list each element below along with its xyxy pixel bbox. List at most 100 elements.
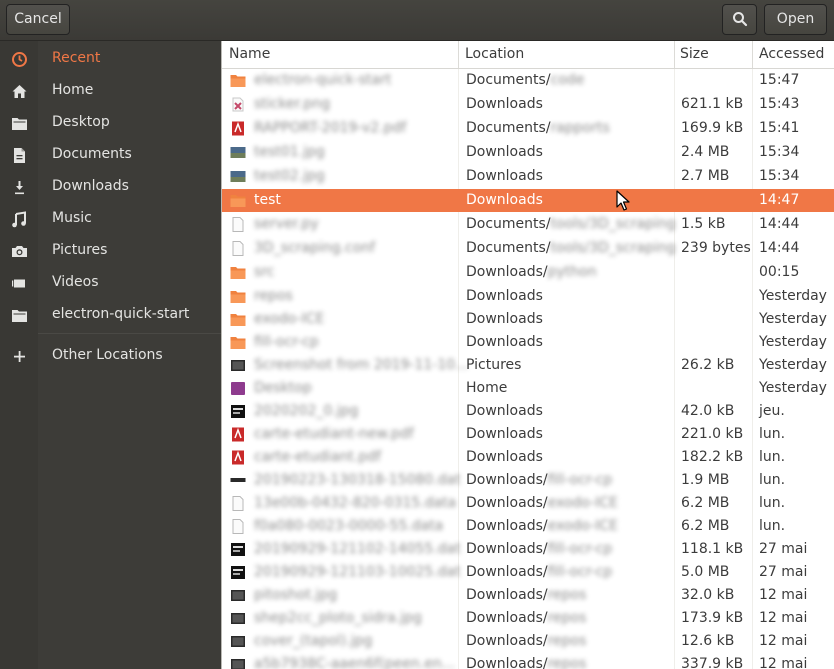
file-name: a5b7938C-aaen6f(peen.en... xyxy=(254,656,456,669)
file-location-base: Downloads/ xyxy=(466,472,548,488)
folder-icon xyxy=(230,265,246,280)
table-row[interactable]: electron-quick-start Documents/code 15:47 xyxy=(222,69,834,92)
pdf-file-icon xyxy=(230,427,246,442)
file-name: sticker.png xyxy=(254,96,331,112)
sidebar-item-label: Documents xyxy=(52,146,132,162)
file-accessed: 00:15 xyxy=(759,264,800,280)
sidebar-item-recent[interactable]: Recent xyxy=(0,43,221,75)
table-row[interactable]: src Downloads/python 00:15 xyxy=(222,261,834,284)
file-location-subfolder: repos xyxy=(547,656,587,669)
column-header-accessed[interactable]: Accessed xyxy=(759,46,824,62)
image-file-icon xyxy=(230,358,246,373)
file-size: 6.2 MB xyxy=(681,495,730,511)
sidebar-item-downloads[interactable]: Downloads xyxy=(0,171,221,203)
table-row[interactable]: fill-ocr-cp Downloads Yesterday xyxy=(222,331,834,354)
folder-icon xyxy=(12,310,27,322)
file-location-base: Downloads/ xyxy=(466,564,548,580)
image-file-icon xyxy=(230,145,246,160)
table-row[interactable]: a5b7938C-aaen6f(peen.en... Downloads/repo… xyxy=(222,653,834,669)
sidebar-item-videos[interactable]: Videos xyxy=(0,267,221,299)
table-row[interactable]: exodo-ICE Downloads Yesterday xyxy=(222,308,834,331)
file-location-base: Documents/ xyxy=(466,72,551,88)
file-size: 1.9 MB xyxy=(681,472,730,488)
search-icon xyxy=(732,12,747,27)
table-row[interactable]: shep2cc_ploto_sidra.jpg Downloads/repos 17… xyxy=(222,607,834,630)
file-location: Pictures xyxy=(466,357,521,373)
table-row[interactable]: carte-etudiant-new.pdf Downloads 221.0 kB l… xyxy=(222,423,834,446)
file-location: Documents/rapports xyxy=(466,120,610,136)
file-location-base: Documents/ xyxy=(466,240,551,256)
table-row[interactable]: Screenshot from 2019-11-10... Pictures 26.… xyxy=(222,354,834,377)
search-button[interactable] xyxy=(722,4,757,35)
sidebar-item-pictures[interactable]: Pictures xyxy=(0,235,221,267)
table-row[interactable]: 3D_scraping.conf Documents/tools/3D_scrap… xyxy=(222,237,834,260)
places-sidebar: Recent Home Desktop Documents Downloads xyxy=(0,41,221,669)
pdf-file-icon xyxy=(230,450,246,465)
file-list[interactable]: Name Location Size Accessed electron-qui… xyxy=(222,41,834,669)
table-row[interactable]: Desktop Home Yesterday xyxy=(222,377,834,400)
file-name: server.py xyxy=(254,216,319,232)
cancel-button[interactable]: Cancel xyxy=(6,4,70,35)
file-location: Downloads/exodo-ICE xyxy=(466,518,618,534)
file-name: 13e00b-0432-820-0315.data xyxy=(254,495,457,511)
table-row[interactable]: server.py Documents/tools/3D_scraping 1.5 … xyxy=(222,213,834,236)
sidebar-item-music[interactable]: Music xyxy=(0,203,221,235)
table-row[interactable]: 20190929-121102-14055.dat Downloads/fill-… xyxy=(222,538,834,561)
table-row[interactable]: cover_(tapol).jpg Downloads/repos 12.6 kB 1… xyxy=(222,630,834,653)
table-row[interactable]: test02.jpg Downloads 2.7 MB 15:34 xyxy=(222,165,834,188)
file-location-subfolder: exodo-ICE xyxy=(547,518,618,534)
pdf-file-icon xyxy=(230,121,246,136)
file-accessed: lun. xyxy=(759,449,786,465)
file-size: 6.2 MB xyxy=(681,518,730,534)
column-header-name[interactable]: Name xyxy=(229,46,270,62)
file-location-base: Downloads xyxy=(466,334,543,350)
image-file-icon xyxy=(230,97,246,112)
file-location: Downloads xyxy=(466,288,543,304)
file-location: Downloads xyxy=(466,192,543,208)
file-location-base: Documents/ xyxy=(466,216,551,232)
file-accessed: Yesterday xyxy=(759,334,827,350)
table-row[interactable]: f0a080-0023-0000-55.data Downloads/exodo-… xyxy=(222,515,834,538)
image-file-icon xyxy=(230,657,246,669)
table-row[interactable]: test01.jpg Downloads 2.4 MB 15:34 xyxy=(222,141,834,164)
file-location-subfolder: repos xyxy=(547,633,587,649)
table-row[interactable]: sticker.png Downloads 621.1 kB 15:43 xyxy=(222,93,834,116)
image-file-icon xyxy=(230,565,246,580)
file-location-subfolder: repos xyxy=(547,587,587,603)
file-name: Desktop xyxy=(254,380,312,396)
table-row[interactable]: 13e00b-0432-820-0315.data Downloads/exodo… xyxy=(222,492,834,515)
column-header-location[interactable]: Location xyxy=(465,46,524,62)
file-accessed: Yesterday xyxy=(759,357,827,373)
sidebar-item-home[interactable]: Home xyxy=(0,75,221,107)
file-size: 26.2 kB xyxy=(681,357,735,373)
file-location-base: Downloads xyxy=(466,311,543,327)
sidebar-item-other-locations[interactable]: Other Locations xyxy=(0,340,221,372)
table-row[interactable]: test Downloads 14:47 xyxy=(222,189,834,212)
table-row[interactable]: pitoshot.jpg Downloads/repos 32.0 kB 12 mai xyxy=(222,584,834,607)
file-location-base: Downloads xyxy=(466,426,543,442)
column-header-size[interactable]: Size xyxy=(680,46,709,62)
open-button[interactable]: Open xyxy=(764,4,827,35)
file-accessed: 15:43 xyxy=(759,96,800,112)
file-location-base: Downloads/ xyxy=(466,495,548,511)
table-row[interactable]: repos Downloads Yesterday xyxy=(222,285,834,308)
video-icon xyxy=(12,279,25,288)
table-row[interactable]: 2020202_0.jpg Downloads 42.0 kB jeu. xyxy=(222,400,834,423)
table-row[interactable]: 20190223-130318-15080.dat Downloads/fill-… xyxy=(222,469,834,492)
header-bar: Cancel Open xyxy=(0,0,834,41)
sidebar-item-label: Downloads xyxy=(52,178,129,194)
sidebar-item-desktop[interactable]: Desktop xyxy=(0,107,221,139)
download-icon xyxy=(15,181,24,195)
file-location: Documents/tools/3D_scraping xyxy=(466,240,676,256)
sidebar-item-electron-quick-start[interactable]: electron-quick-start xyxy=(0,299,221,331)
file-name: 3D_scraping.conf xyxy=(254,240,376,256)
file-accessed: 12 mai xyxy=(759,633,808,649)
file-location: Downloads/repos xyxy=(466,656,586,669)
table-row[interactable]: carte-etudiant.pdf Downloads 182.2 kB lun. xyxy=(222,446,834,469)
table-row[interactable]: 20190929-121103-10025.dat Downloads/fill-… xyxy=(222,561,834,584)
table-row[interactable]: RAPPORT-2019-v2.pdf Documents/rapports 169… xyxy=(222,117,834,140)
image-file-icon xyxy=(230,588,246,603)
sidebar-item-documents[interactable]: Documents xyxy=(0,139,221,171)
sidebar-item-label: electron-quick-start xyxy=(52,306,190,322)
file-location-base: Downloads/ xyxy=(466,518,548,534)
